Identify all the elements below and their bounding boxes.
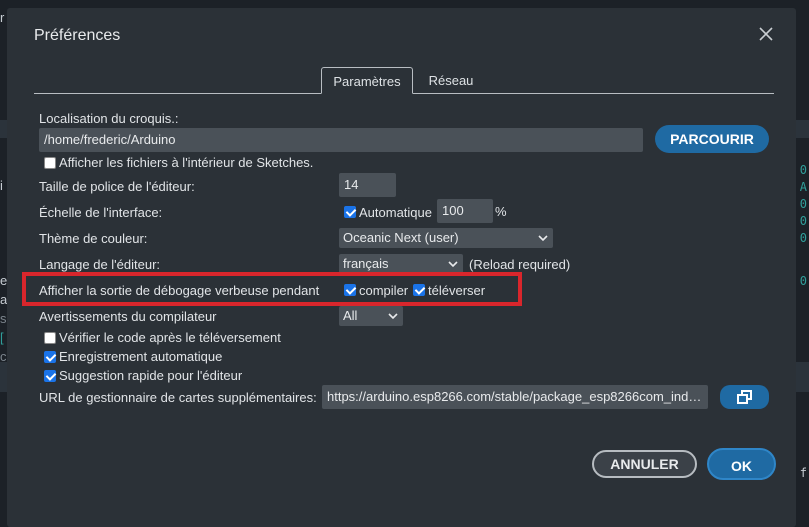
compiler-warnings-label: Avertissements du compilateur <box>39 309 217 324</box>
theme-select[interactable]: Oceanic Next (user) <box>339 228 553 248</box>
open-window-icon <box>736 390 752 404</box>
theme-select-value: Oceanic Next (user) <box>343 230 459 245</box>
show-sketch-files-checkbox[interactable] <box>44 157 56 169</box>
background-text: c <box>0 349 7 364</box>
chevron-down-icon <box>538 228 548 255</box>
language-select-value: français <box>343 256 389 271</box>
background-text: [ <box>0 330 4 345</box>
show-sketch-files-label: Afficher les fichiers à l'intérieur de S… <box>59 155 314 170</box>
interface-scale-input[interactable]: 100 <box>437 199 493 223</box>
language-select[interactable]: français <box>339 254 463 274</box>
verbose-upload-checkbox[interactable] <box>413 284 425 296</box>
board-urls-input[interactable]: https://arduino.esp8266.com/stable/packa… <box>322 385 708 409</box>
font-size-label: Taille de police de l'éditeur: <box>39 179 195 194</box>
auto-scale-label: Automatique <box>359 205 432 220</box>
dialog-title: Préférences <box>34 27 121 44</box>
background-text: s <box>0 311 7 326</box>
background-code: 0 <box>799 214 807 228</box>
verbose-compile-label: compiler <box>359 283 409 298</box>
browse-button[interactable]: PARCOURIR <box>655 125 769 153</box>
chevron-down-glyph <box>538 235 548 242</box>
background-code: 0 <box>799 197 807 211</box>
background-code: 0 <box>799 163 807 177</box>
verify-after-upload-label: Vérifier le code après le téléversement <box>59 330 281 345</box>
auto-save-checkbox[interactable] <box>44 351 56 363</box>
background-code: f <box>799 466 807 480</box>
board-urls-label: URL de gestionnaire de cartes supplément… <box>39 390 317 405</box>
background-text: r <box>0 10 5 25</box>
interface-scale-label: Échelle de l'interface: <box>39 205 163 220</box>
background-code: 0 <box>799 274 807 288</box>
font-size-input[interactable]: 14 <box>339 173 396 197</box>
theme-label: Thème de couleur: <box>39 231 148 246</box>
background-code: A <box>799 180 807 194</box>
sketchbook-label: Localisation du croquis.: <box>39 111 179 126</box>
chevron-down-icon <box>388 306 398 333</box>
chevron-down-glyph <box>388 313 398 320</box>
chevron-down-glyph <box>448 261 458 268</box>
preferences-dialog: Préférences Paramètres Réseau Localisati… <box>7 8 796 527</box>
ok-button[interactable]: OK <box>707 448 776 480</box>
compiler-warnings-value: All <box>343 308 358 323</box>
auto-scale-checkbox[interactable] <box>344 206 356 218</box>
close-icon[interactable] <box>757 26 775 44</box>
language-label: Langage de l'éditeur: <box>39 257 161 272</box>
board-urls-edit-button[interactable] <box>720 385 769 409</box>
sketchbook-path-input[interactable]: /home/frederic/Arduino <box>39 128 643 152</box>
verbose-output-label: Afficher la sortie de débogage verbeuse … <box>39 283 320 298</box>
tab-parametres[interactable]: Paramètres <box>321 67 413 94</box>
background-code: 0 <box>799 231 807 245</box>
quick-suggestions-label: Suggestion rapide pour l'éditeur <box>59 368 243 383</box>
auto-save-label: Enregistrement automatique <box>59 349 223 364</box>
background-text: i <box>0 178 3 193</box>
verify-after-upload-checkbox[interactable] <box>44 332 56 344</box>
verbose-compile-checkbox[interactable] <box>344 284 356 296</box>
quick-suggestions-checkbox[interactable] <box>44 370 56 382</box>
tab-reseau[interactable]: Réseau <box>421 67 481 94</box>
compiler-warnings-select[interactable]: All <box>339 306 403 326</box>
close-icon-glyph <box>759 27 773 41</box>
language-reload-note: (Reload required) <box>469 257 571 272</box>
verbose-upload-label: téléverser <box>428 283 486 298</box>
interface-scale-unit: % <box>495 204 507 219</box>
cancel-button[interactable]: ANNULER <box>592 450 697 478</box>
